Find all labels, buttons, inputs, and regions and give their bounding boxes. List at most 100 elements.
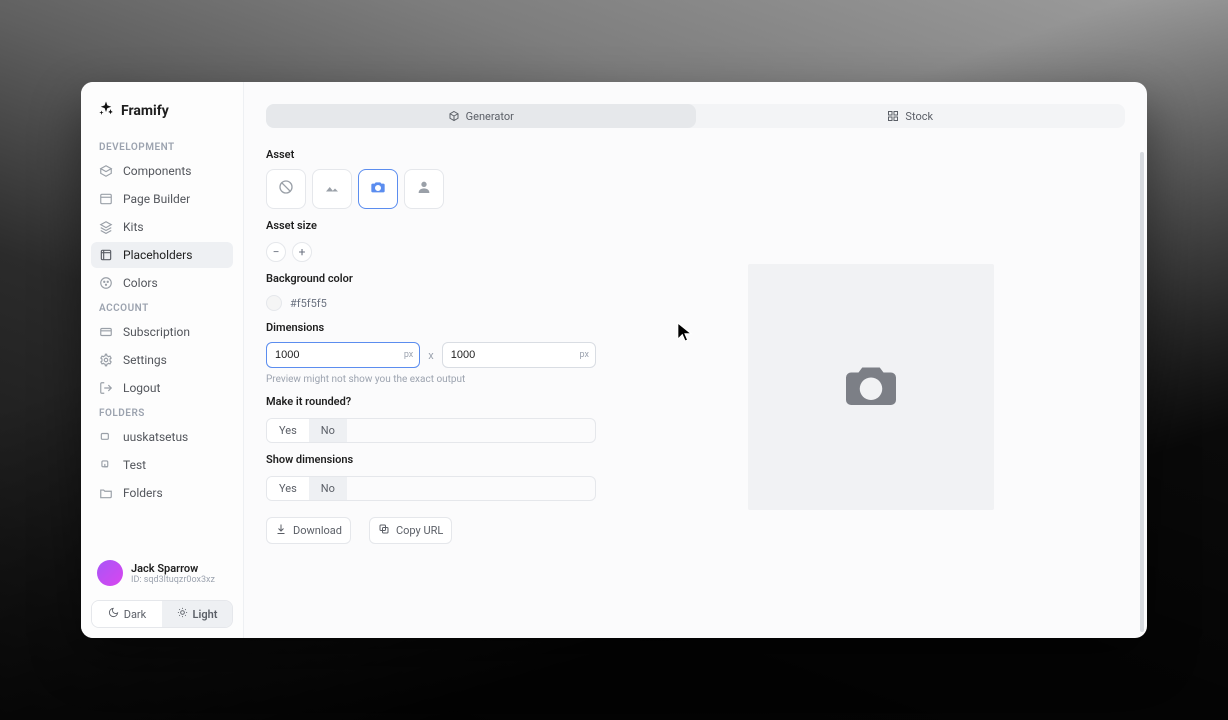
palette-icon <box>99 276 113 290</box>
unit-label: px <box>404 350 413 360</box>
preview-column <box>616 146 1125 628</box>
form-column: Asset Asset size <box>266 146 596 628</box>
image-icon <box>323 178 341 200</box>
moon-icon <box>108 607 119 621</box>
tabs: Generator Stock <box>266 104 1125 128</box>
sidebar-item-subscription[interactable]: Subscription <box>91 319 233 345</box>
copy-icon <box>378 523 390 538</box>
sidebar-item-logout[interactable]: Logout <box>91 375 233 401</box>
nav-label: Subscription <box>123 325 190 339</box>
show-dims-label: Show dimensions <box>266 453 596 466</box>
asset-label: Asset <box>266 148 596 161</box>
brand-name: Framify <box>121 103 169 119</box>
grid-icon <box>887 110 899 122</box>
nav-label: uuskatsetus <box>123 430 188 444</box>
cube-icon <box>448 110 460 122</box>
sun-icon <box>177 607 188 621</box>
scrollbar[interactable] <box>1140 152 1144 632</box>
theme-dark-button[interactable]: Dark <box>92 601 162 627</box>
size-plus-button[interactable]: + <box>292 242 312 262</box>
folder-icon <box>99 486 113 500</box>
size-minus-button[interactable]: − <box>266 242 286 262</box>
bg-label: Background color <box>266 272 596 285</box>
rounded-no-button[interactable]: No <box>309 419 347 442</box>
height-input[interactable] <box>442 342 596 368</box>
box-icon <box>99 164 113 178</box>
preview-box <box>748 264 994 510</box>
download-icon <box>275 523 287 538</box>
color-swatch[interactable] <box>266 295 282 311</box>
theme-toggle: Dark Light <box>91 600 233 628</box>
nav-label: Settings <box>123 353 167 367</box>
user-id: ID: sqd3ltuqzr0ox3xz <box>131 575 215 585</box>
download-button[interactable]: Download <box>266 517 351 544</box>
sidebar-item-components[interactable]: Components <box>91 158 233 184</box>
nav-label: Page Builder <box>123 192 190 206</box>
layout-icon <box>99 192 113 206</box>
nav-label: Logout <box>123 381 160 395</box>
camera-icon <box>841 355 901 419</box>
nav-label: Components <box>123 164 192 178</box>
rounded-yes-button[interactable]: Yes <box>267 419 309 442</box>
app-window: Framify DEVELOPMENT Components Page Buil… <box>81 82 1147 638</box>
user-icon <box>416 179 432 199</box>
placeholder-icon <box>99 248 113 262</box>
sidebar-item-placeholders[interactable]: Placeholders <box>91 242 233 268</box>
asset-camera-button[interactable] <box>358 169 398 209</box>
tab-generator[interactable]: Generator <box>266 104 696 128</box>
asset-options <box>266 169 596 209</box>
nav-label: Kits <box>123 220 144 234</box>
show-dims-no-button[interactable]: No <box>309 477 347 500</box>
tab-stock[interactable]: Stock <box>696 104 1126 128</box>
sidebar-folder-0[interactable]: uuskatsetus <box>91 424 233 450</box>
rounded-label: Make it rounded? <box>266 395 596 408</box>
width-input-wrap: px <box>266 342 420 368</box>
sidebar: Framify DEVELOPMENT Components Page Buil… <box>81 82 244 638</box>
tab-label: Stock <box>905 110 933 123</box>
asset-size-label: Asset size <box>266 219 596 232</box>
width-input[interactable] <box>266 342 420 368</box>
avatar <box>97 560 123 586</box>
dimensions-label: Dimensions <box>266 321 596 334</box>
sparkle-icon <box>97 100 115 122</box>
nav-label: Colors <box>123 276 158 290</box>
theme-light-button[interactable]: Light <box>162 601 232 627</box>
gear-icon <box>99 353 113 367</box>
action-label: Download <box>293 524 342 537</box>
user-name: Jack Sparrow <box>131 562 215 575</box>
sidebar-item-page-builder[interactable]: Page Builder <box>91 186 233 212</box>
dimensions-hint: Preview might not show you the exact out… <box>266 374 596 385</box>
sidebar-folder-1[interactable]: Test <box>91 452 233 478</box>
camera-icon <box>370 179 386 199</box>
folder-icon <box>99 458 113 472</box>
sidebar-item-colors[interactable]: Colors <box>91 270 233 296</box>
rounded-toggle: Yes No <box>266 418 596 443</box>
nav-label: Test <box>123 458 146 472</box>
cursor-icon <box>676 321 694 343</box>
show-dims-yes-button[interactable]: Yes <box>267 477 309 500</box>
logout-icon <box>99 381 113 395</box>
sidebar-item-kits[interactable]: Kits <box>91 214 233 240</box>
asset-none-button[interactable] <box>266 169 306 209</box>
sidebar-item-settings[interactable]: Settings <box>91 347 233 373</box>
height-input-wrap: px <box>442 342 596 368</box>
tab-label: Generator <box>466 110 514 123</box>
nav-label: Folders <box>123 486 163 500</box>
sidebar-folder-2[interactable]: Folders <box>91 480 233 506</box>
asset-image-button[interactable] <box>312 169 352 209</box>
layers-icon <box>99 220 113 234</box>
user-row[interactable]: Jack Sparrow ID: sqd3ltuqzr0ox3xz <box>91 552 233 594</box>
folder-icon <box>99 430 113 444</box>
main: Generator Stock Asset <box>244 82 1147 638</box>
brand-logo[interactable]: Framify <box>91 96 233 136</box>
theme-label: Light <box>193 608 218 621</box>
dimension-separator: x <box>428 349 433 362</box>
bg-hex: #f5f5f5 <box>290 297 327 310</box>
section-folders: FOLDERS <box>91 402 233 423</box>
action-label: Copy URL <box>396 524 443 537</box>
theme-label: Dark <box>124 608 147 621</box>
copy-url-button[interactable]: Copy URL <box>369 517 452 544</box>
asset-user-button[interactable] <box>404 169 444 209</box>
card-icon <box>99 325 113 339</box>
section-development: DEVELOPMENT <box>91 136 233 157</box>
